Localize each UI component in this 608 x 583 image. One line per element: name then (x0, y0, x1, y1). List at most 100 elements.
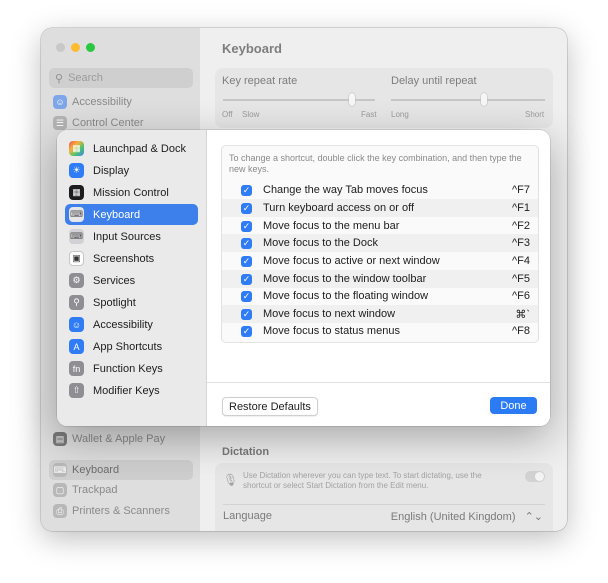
wallet-icon: ▤ (53, 432, 67, 446)
shortcut-row[interactable]: ✓ Move focus to active or next window ^F… (222, 252, 538, 270)
sidebar-item-printers[interactable]: ⎙ Printers & Scanners (49, 501, 193, 521)
key-repeat-slider-thumb[interactable] (349, 93, 355, 106)
sidebar-item-label: Keyboard (72, 464, 120, 476)
shortcut-key[interactable]: ^F7 (490, 184, 538, 196)
category-screenshots[interactable]: ▣ Screenshots (65, 248, 198, 269)
shortcut-detail: To change a shortcut, double click the k… (207, 130, 550, 426)
category-keyboard[interactable]: ⌨ Keyboard (65, 204, 198, 225)
shortcut-list: To change a shortcut, double click the k… (221, 145, 539, 343)
shortcut-key[interactable]: ^F6 (490, 290, 538, 302)
shortcut-key[interactable]: ^F3 (490, 237, 538, 249)
category-app-shortcuts[interactable]: A App Shortcuts (65, 336, 198, 357)
shortcut-checkbox[interactable]: ✓ (241, 220, 252, 232)
shortcut-row[interactable]: ✓ Move focus to next window ⌘` (222, 305, 538, 323)
category-accessibility[interactable]: ☺ Accessibility (65, 314, 198, 335)
search-icon: ⚲ (55, 72, 64, 85)
shortcut-checkbox[interactable]: ✓ (241, 184, 252, 196)
shortcut-checkbox[interactable]: ✓ (241, 255, 252, 267)
category-label: Function Keys (93, 362, 163, 375)
language-select[interactable]: English (United Kingdom) ⌃⌄ (391, 510, 543, 523)
category-label: Display (93, 164, 130, 177)
delay-repeat-slider-track[interactable] (391, 99, 545, 101)
key-repeat-panel: Key repeat rate Delay until repeat Off S… (215, 68, 553, 128)
shortcut-row[interactable]: ✓ Move focus to the window toolbar ^F5 (222, 270, 538, 288)
page-title: Keyboard (222, 41, 282, 56)
mission-control-icon: ▦ (69, 185, 84, 200)
category-label: Services (93, 274, 136, 287)
stepper-icon: ⌃⌄ (524, 511, 543, 523)
shortcut-checkbox[interactable]: ✓ (241, 202, 252, 214)
shortcut-key[interactable]: ^F2 (490, 220, 538, 232)
spotlight-icon: ⚲ (69, 295, 84, 310)
sidebar-item-wallet[interactable]: ▤ Wallet & Apple Pay (49, 429, 193, 449)
dictation-panel: 🎙 Use Dictation wherever you can type te… (215, 463, 553, 531)
sidebar-item-trackpad[interactable]: ▢ Trackpad (49, 480, 193, 500)
shortcut-row[interactable]: ✓ Move focus to the Dock ^F3 (222, 234, 538, 252)
category-mission-control[interactable]: ▦ Mission Control (65, 182, 198, 203)
minimize-window-button[interactable] (71, 43, 80, 52)
shortcut-key[interactable]: ^F1 (490, 202, 538, 214)
shortcut-row[interactable]: ✓ Turn keyboard access on or off ^F1 (222, 199, 538, 217)
shortcut-key[interactable]: ^F4 (490, 255, 538, 267)
microphone-icon: 🎙 (223, 473, 239, 487)
key-repeat-fast-label: Fast (361, 110, 377, 119)
category-services[interactable]: ⚙ Services (65, 270, 198, 291)
shortcut-row[interactable]: ✓ Move focus to status menus ^F8 (222, 322, 538, 340)
shortcut-key[interactable]: ⌘` (490, 308, 538, 321)
category-display[interactable]: ☀ Display (65, 160, 198, 181)
language-value: English (United Kingdom) (390, 511, 516, 523)
services-icon: ⚙ (69, 273, 84, 288)
shortcut-checkbox[interactable]: ✓ (241, 325, 252, 337)
sidebar-item-keyboard[interactable]: ⌨ Keyboard (49, 460, 193, 480)
delay-repeat-label: Delay until repeat (391, 75, 477, 87)
key-repeat-slow-label: Slow (242, 110, 260, 119)
zoom-window-button[interactable] (86, 43, 95, 52)
keyboard-shortcuts-sheet: ▦ Launchpad & Dock ☀ Display ▦ Mission C… (57, 130, 550, 426)
shortcut-label: Move focus to the window toolbar (263, 273, 427, 285)
shortcut-key[interactable]: ^F8 (490, 325, 538, 337)
search-input[interactable]: ⚲ Search (49, 68, 193, 88)
sidebar-item-label: Control Center (72, 117, 144, 129)
app-shortcuts-icon: A (69, 339, 84, 354)
category-function-keys[interactable]: fn Function Keys (65, 358, 198, 379)
shortcut-label: Turn keyboard access on or off (263, 202, 415, 214)
sidebar-item-label: Accessibility (72, 96, 132, 108)
accessibility-icon: ☺ (53, 95, 67, 109)
shortcut-checkbox[interactable]: ✓ (241, 308, 252, 320)
divider (223, 504, 545, 505)
shortcut-checkbox[interactable]: ✓ (241, 290, 252, 302)
shortcut-key[interactable]: ^F5 (490, 273, 538, 285)
sidebar-item-label: Printers & Scanners (72, 505, 170, 517)
shortcut-categories: ▦ Launchpad & Dock ☀ Display ▦ Mission C… (57, 130, 207, 426)
category-launchpad-dock[interactable]: ▦ Launchpad & Dock (65, 138, 198, 159)
close-window-button[interactable] (56, 43, 65, 52)
category-label: Modifier Keys (93, 384, 160, 397)
category-label: Screenshots (93, 252, 155, 265)
delay-repeat-slider-thumb[interactable] (481, 93, 487, 106)
category-label: Mission Control (93, 186, 169, 199)
done-button[interactable]: Done (490, 397, 537, 414)
shortcut-row[interactable]: ✓ Move focus to the floating window ^F6 (222, 287, 538, 305)
search-placeholder: Search (68, 72, 103, 84)
sidebar-item-accessibility[interactable]: ☺ Accessibility (49, 92, 193, 112)
shortcut-row[interactable]: ✓ Move focus to the menu bar ^F2 (222, 217, 538, 235)
input-sources-icon: ⌨ (69, 229, 84, 244)
shortcut-checkbox[interactable]: ✓ (241, 237, 252, 249)
category-label: Spotlight (93, 296, 136, 309)
category-input-sources[interactable]: ⌨ Input Sources (65, 226, 198, 247)
dictation-heading: Dictation (222, 446, 270, 458)
category-spotlight[interactable]: ⚲ Spotlight (65, 292, 198, 313)
sheet-footer: Restore Defaults Done (207, 382, 550, 426)
shortcut-label: Move focus to the Dock (263, 237, 378, 249)
category-modifier-keys[interactable]: ⇧ Modifier Keys (65, 380, 198, 401)
restore-defaults-button[interactable]: Restore Defaults (222, 397, 318, 416)
shortcut-label: Move focus to the menu bar (263, 220, 400, 232)
category-label: Accessibility (93, 318, 153, 331)
accessibility-icon: ☺ (69, 317, 84, 332)
shortcut-row[interactable]: ✓ Change the way Tab moves focus ^F7 (222, 181, 538, 199)
category-label: App Shortcuts (93, 340, 163, 353)
dictation-toggle[interactable] (525, 471, 545, 482)
shortcut-checkbox[interactable]: ✓ (241, 273, 252, 285)
control-center-icon: ☰ (53, 116, 67, 130)
sidebar-item-label: Trackpad (72, 484, 118, 496)
